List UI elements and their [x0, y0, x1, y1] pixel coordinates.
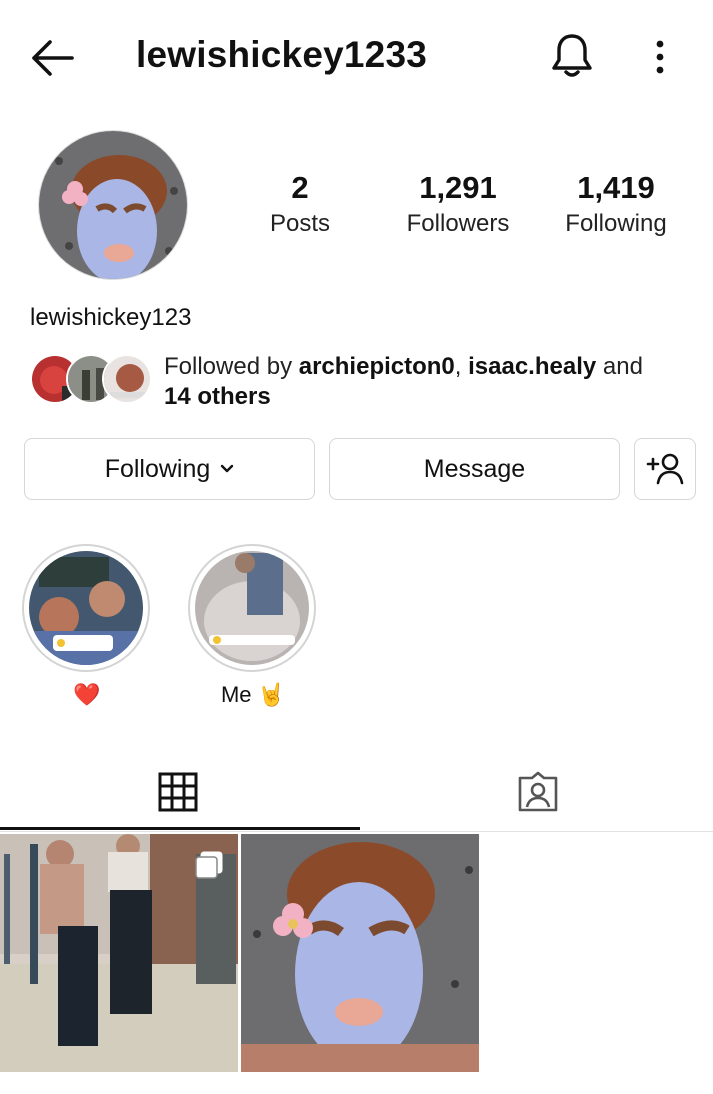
highlight-cover — [29, 551, 143, 665]
followers-count: 1,291 — [419, 170, 497, 205]
followed-by-avatars[interactable] — [30, 354, 152, 408]
multiple-images-icon — [195, 851, 223, 879]
followers-stat[interactable]: 1,291 Followers — [396, 168, 520, 240]
posts-stat[interactable]: 2 Posts — [262, 168, 338, 240]
top-bar: lewishickey1233 — [0, 0, 713, 112]
profile-avatar[interactable] — [38, 130, 188, 280]
highlight-ring — [188, 544, 316, 672]
chevron-down-icon — [221, 464, 234, 473]
following-count: 1,419 — [577, 170, 655, 205]
mutual-user-link[interactable]: archiepicton0 — [299, 353, 455, 380]
grid-icon — [158, 772, 198, 812]
active-tab-indicator — [0, 827, 360, 830]
profile-tabs — [0, 752, 713, 832]
highlight-cover — [195, 551, 309, 665]
followed-by-text[interactable]: Followed by archiepicton0, isaac.healy a… — [164, 352, 694, 412]
highlight-label: Me 🤘 — [220, 682, 286, 707]
message-button-label: Message — [423, 454, 526, 483]
following-stat[interactable]: 1,419 Following — [554, 168, 678, 240]
more-vertical-icon[interactable] — [648, 38, 672, 78]
profile-name: lewishickey123 — [30, 304, 192, 331]
page-title: lewishickey1233 — [136, 34, 427, 75]
highlight-ring — [22, 544, 150, 672]
following-button-label: Following — [104, 454, 211, 483]
mutual-user-link[interactable]: isaac.healy — [468, 353, 596, 380]
story-highlight[interactable]: Me 🤘 — [188, 544, 318, 710]
mutual-others-link[interactable]: 14 others — [164, 383, 271, 410]
tab-tagged[interactable] — [360, 752, 713, 832]
tab-posts-grid[interactable] — [0, 752, 356, 832]
arrow-left-icon[interactable] — [28, 36, 76, 80]
bell-icon[interactable] — [548, 30, 596, 80]
posts-count: 2 — [291, 170, 309, 205]
message-button[interactable]: Message — [329, 438, 620, 500]
post-thumbnail[interactable] — [241, 834, 479, 1072]
suggested-users-button[interactable] — [634, 438, 696, 500]
post-thumbnail[interactable] — [0, 834, 238, 1072]
following-label: Following — [565, 210, 667, 237]
add-person-icon — [646, 453, 684, 485]
mutual-avatar — [102, 354, 152, 404]
following-button[interactable]: Following — [24, 438, 315, 500]
posts-label: Posts — [269, 210, 331, 237]
followers-label: Followers — [406, 210, 510, 237]
story-highlight[interactable]: ❤️ — [22, 544, 152, 710]
highlight-label: ❤️ — [73, 682, 101, 707]
tagged-person-icon — [518, 771, 558, 812]
